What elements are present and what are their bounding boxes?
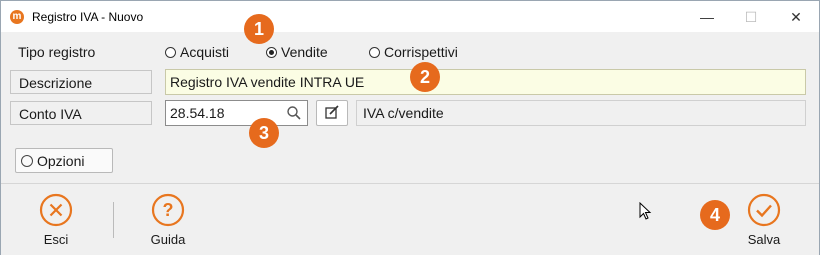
minimize-button[interactable]: — bbox=[699, 9, 715, 25]
app-logo-icon: m bbox=[10, 10, 24, 24]
callout-badge-4: 4 bbox=[700, 200, 730, 230]
help-circle-icon: ? bbox=[151, 193, 185, 227]
radio-corrispettivi-label: Corrispettivi bbox=[384, 44, 458, 60]
descrizione-label: Descrizione bbox=[10, 70, 152, 94]
title-bar: m Registro IVA - Nuovo — ☐ ✕ bbox=[1, 1, 819, 32]
form-panel: Tipo registro Acquisti Vendite Corrispet… bbox=[1, 32, 819, 183]
window-title: Registro IVA - Nuovo bbox=[32, 10, 144, 24]
close-circle-icon bbox=[39, 193, 73, 227]
edit-icon bbox=[325, 105, 339, 119]
check-circle-icon bbox=[747, 193, 781, 227]
callout-badge-2: 2 bbox=[410, 62, 440, 92]
esci-button[interactable]: Esci bbox=[26, 193, 86, 247]
callout-badge-1: 1 bbox=[244, 14, 274, 44]
radio-corrispettivi[interactable]: Corrispettivi bbox=[369, 41, 458, 63]
salva-button[interactable]: Salva bbox=[734, 193, 794, 247]
opzioni-label: Opzioni bbox=[37, 152, 85, 169]
mouse-pointer-icon bbox=[639, 202, 652, 220]
radio-vendite-indicator bbox=[266, 46, 277, 58]
conto-iva-value: 28.54.18 bbox=[170, 105, 225, 121]
svg-text:?: ? bbox=[163, 200, 174, 220]
close-button[interactable]: ✕ bbox=[788, 9, 804, 25]
toolbar-separator bbox=[113, 202, 114, 238]
radio-vendite[interactable]: Vendite bbox=[266, 41, 328, 63]
conto-iva-label: Conto IVA bbox=[10, 101, 152, 125]
descrizione-input[interactable]: Registro IVA vendite INTRA UE bbox=[165, 69, 806, 95]
maximize-button[interactable]: ☐ bbox=[743, 9, 759, 25]
footer-toolbar: Esci ? Guida Salva bbox=[1, 183, 819, 255]
radio-acquisti-indicator bbox=[165, 46, 176, 58]
guida-label: Guida bbox=[150, 232, 186, 247]
radio-acquisti-label: Acquisti bbox=[180, 44, 230, 60]
conto-iva-description: IVA c/vendite bbox=[356, 100, 806, 126]
opzioni-circle-icon bbox=[21, 154, 33, 167]
tipo-registro-label: Tipo registro bbox=[18, 44, 96, 60]
search-icon[interactable] bbox=[285, 104, 303, 122]
conto-iva-input[interactable]: 28.54.18 bbox=[165, 100, 308, 126]
radio-corrispettivi-indicator bbox=[369, 46, 380, 58]
guida-button[interactable]: ? Guida bbox=[138, 193, 198, 247]
radio-acquisti[interactable]: Acquisti bbox=[165, 41, 229, 63]
radio-vendite-label: Vendite bbox=[281, 44, 328, 60]
esci-label: Esci bbox=[43, 232, 69, 247]
edit-conto-button[interactable] bbox=[316, 100, 348, 126]
opzioni-button[interactable]: Opzioni bbox=[15, 148, 113, 173]
dialog-window: m Registro IVA - Nuovo — ☐ ✕ Tipo regist… bbox=[0, 0, 820, 255]
salva-label: Salva bbox=[747, 232, 781, 247]
callout-badge-3: 3 bbox=[249, 118, 279, 148]
